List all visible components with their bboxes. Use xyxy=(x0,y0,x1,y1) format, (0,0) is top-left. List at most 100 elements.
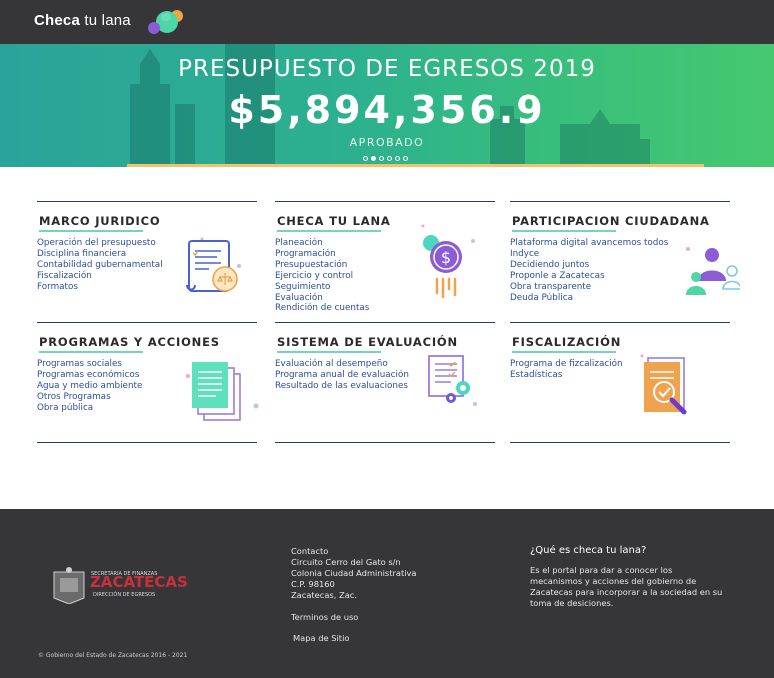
copyright-text: © Gobierno del Estado de Zacatecas 2016 … xyxy=(38,652,188,659)
section-link[interactable]: Programación xyxy=(275,249,369,260)
section-links: Operación del presupuesto Disciplina fin… xyxy=(37,238,163,293)
section-link[interactable]: Disciplina financiera xyxy=(37,249,163,260)
carousel-dot[interactable] xyxy=(387,156,392,161)
carousel-dot[interactable] xyxy=(395,156,400,161)
section-link[interactable]: Evaluación xyxy=(275,293,369,304)
section-link[interactable]: Ejercicio y control xyxy=(275,271,369,282)
section-participacion-ciudadana: PARTICIPACION CIUDADANA Plataforma digit… xyxy=(510,201,740,322)
about-text-line: toma de desiciones. xyxy=(530,598,614,608)
section-divider-bottom xyxy=(37,442,257,443)
logo-line-3: DIRECCIÓN DE EGRESOS xyxy=(93,592,156,598)
section-title: SISTEMA DE EVALUACIÓN xyxy=(277,335,458,349)
title-underline xyxy=(512,230,616,232)
section-link[interactable]: Fiscalización xyxy=(37,271,163,282)
section-divider xyxy=(37,322,257,323)
title-underline xyxy=(39,230,143,232)
contact-address-line: C.P. 98160 xyxy=(291,579,335,589)
section-link[interactable]: Rendición de cuentas xyxy=(275,303,369,314)
section-divider-bottom xyxy=(275,442,495,443)
hero-subtitle: APROBADO xyxy=(349,136,425,149)
section-link[interactable]: Evaluación al desempeño xyxy=(275,359,409,370)
section-divider xyxy=(510,322,730,323)
section-title: PARTICIPACION CIUDADANA xyxy=(512,214,710,228)
section-divider xyxy=(37,201,257,202)
documents-stack-icon xyxy=(186,362,259,421)
section-divider xyxy=(510,201,730,202)
section-title: FISCALIZACIÓN xyxy=(512,335,622,349)
section-checa-tu-lana: CHECA TU LANA Planeación Programación Pr… xyxy=(275,201,495,322)
section-link[interactable]: Formatos xyxy=(37,282,163,293)
carousel-dot[interactable] xyxy=(363,156,368,161)
section-links: Planeación Programación Presupuestación … xyxy=(275,238,369,314)
money-coin-icon: $ xyxy=(421,224,475,299)
section-link[interactable]: Decidiendo juntos xyxy=(510,260,668,271)
section-links: Plataforma digital avancemos todos Indyc… xyxy=(510,238,668,303)
terms-link[interactable]: Terminos de uso xyxy=(291,612,358,623)
section-link[interactable]: Programa anual de evaluación xyxy=(275,370,409,381)
checklist-gears-icon xyxy=(428,355,477,406)
section-link[interactable]: Obra transparente xyxy=(510,282,668,293)
top-navbar: Checa tu lana xyxy=(0,0,774,44)
section-link[interactable]: Programa de fizcalización xyxy=(510,359,623,370)
contact-address-line: Circuito Cerro del Gato s/n xyxy=(291,557,401,567)
logo-line-2: ZACATECAS xyxy=(90,573,188,591)
section-title: CHECA TU LANA xyxy=(277,214,391,228)
section-link[interactable]: Estadísticas xyxy=(510,370,623,381)
brand-word-tu-lana: tu lana xyxy=(80,12,131,29)
section-link[interactable]: Presupuestación xyxy=(275,260,369,271)
section-link[interactable]: Programas económicos xyxy=(37,370,142,381)
section-link[interactable]: Planeación xyxy=(275,238,369,249)
section-link[interactable]: Operación del presupuesto xyxy=(37,238,163,249)
section-fiscalizacion: FISCALIZACIÓN Programa de fizcalización … xyxy=(510,322,730,443)
brand-word-checa: Checa xyxy=(34,12,81,29)
contact-address-line: Colonia Ciudad Administrativa xyxy=(291,568,417,578)
section-link[interactable]: Seguimiento xyxy=(275,282,369,293)
carousel-dot[interactable] xyxy=(379,156,384,161)
carousel-dot[interactable] xyxy=(403,156,408,161)
contact-title: Contacto xyxy=(291,546,329,556)
section-link[interactable]: Indyce xyxy=(510,249,668,260)
contact-address-line: Zacatecas, Zac. xyxy=(291,590,357,600)
section-programas-y-acciones: PROGRAMAS Y ACCIONES Programas sociales … xyxy=(37,322,259,443)
about-text-line: Zacatecas para incorporar a la sociedad … xyxy=(530,587,723,597)
section-marco-juridico: MARCO JURIDICO Operación del presupuesto… xyxy=(37,201,257,322)
section-link[interactable]: Deuda Pública xyxy=(510,293,668,304)
color-blob-logo-icon[interactable] xyxy=(145,7,189,37)
carousel-dot-active[interactable] xyxy=(371,156,376,161)
svg-text:$: $ xyxy=(441,248,451,267)
section-link[interactable]: Contabilidad gubernamental xyxy=(37,260,163,271)
section-links: Evaluación al desempeño Programa anual d… xyxy=(275,359,409,392)
about-title: ¿Qué es checa tu lana? xyxy=(530,545,647,556)
section-link[interactable]: Obra pública xyxy=(37,403,142,414)
carousel-dots xyxy=(363,156,408,161)
hero-title: PRESUPUESTO DE EGRESOS 2019 xyxy=(178,56,596,82)
title-underline xyxy=(277,351,381,353)
title-underline xyxy=(39,351,143,353)
section-title: MARCO JURIDICO xyxy=(39,214,161,228)
section-links: Programa de fizcalización Estadísticas xyxy=(510,359,623,381)
section-divider xyxy=(275,322,495,323)
hero-accent-bar xyxy=(127,164,704,167)
section-links: Programas sociales Programas económicos … xyxy=(37,359,142,414)
section-divider xyxy=(275,201,495,202)
legal-document-icon xyxy=(186,237,241,292)
sitemap-link[interactable]: Mapa de Sitio xyxy=(293,633,349,644)
section-title: PROGRAMAS Y ACCIONES xyxy=(39,335,220,349)
section-link[interactable]: Proponle a Zacatecas xyxy=(510,271,668,282)
title-underline xyxy=(512,351,616,353)
clipboard-magnifier-icon xyxy=(640,354,687,415)
section-sistema-de-evaluacion: SISTEMA DE EVALUACIÓN Evaluación al dese… xyxy=(275,322,495,443)
hero-banner: PRESUPUESTO DE EGRESOS 2019 $5,894,356.9… xyxy=(0,44,774,167)
budget-amount: $5,894,356.9 xyxy=(228,88,546,132)
about-text-line: mecanismos y acciones del gobierno de xyxy=(530,576,697,586)
section-link[interactable]: Otros Programas xyxy=(37,392,142,403)
section-link[interactable]: Plataforma digital avancemos todos xyxy=(510,238,668,249)
brand-link[interactable]: Checa tu lana xyxy=(34,12,131,29)
section-link[interactable]: Agua y medio ambiente xyxy=(37,381,142,392)
people-group-icon xyxy=(686,247,740,295)
title-underline xyxy=(277,230,381,232)
section-link[interactable]: Resultado de las evaluaciones xyxy=(275,381,409,392)
about-text-line: Es el portal para dar a conocer los xyxy=(530,565,673,575)
section-link[interactable]: Programas sociales xyxy=(37,359,142,370)
section-divider-bottom xyxy=(510,442,730,443)
